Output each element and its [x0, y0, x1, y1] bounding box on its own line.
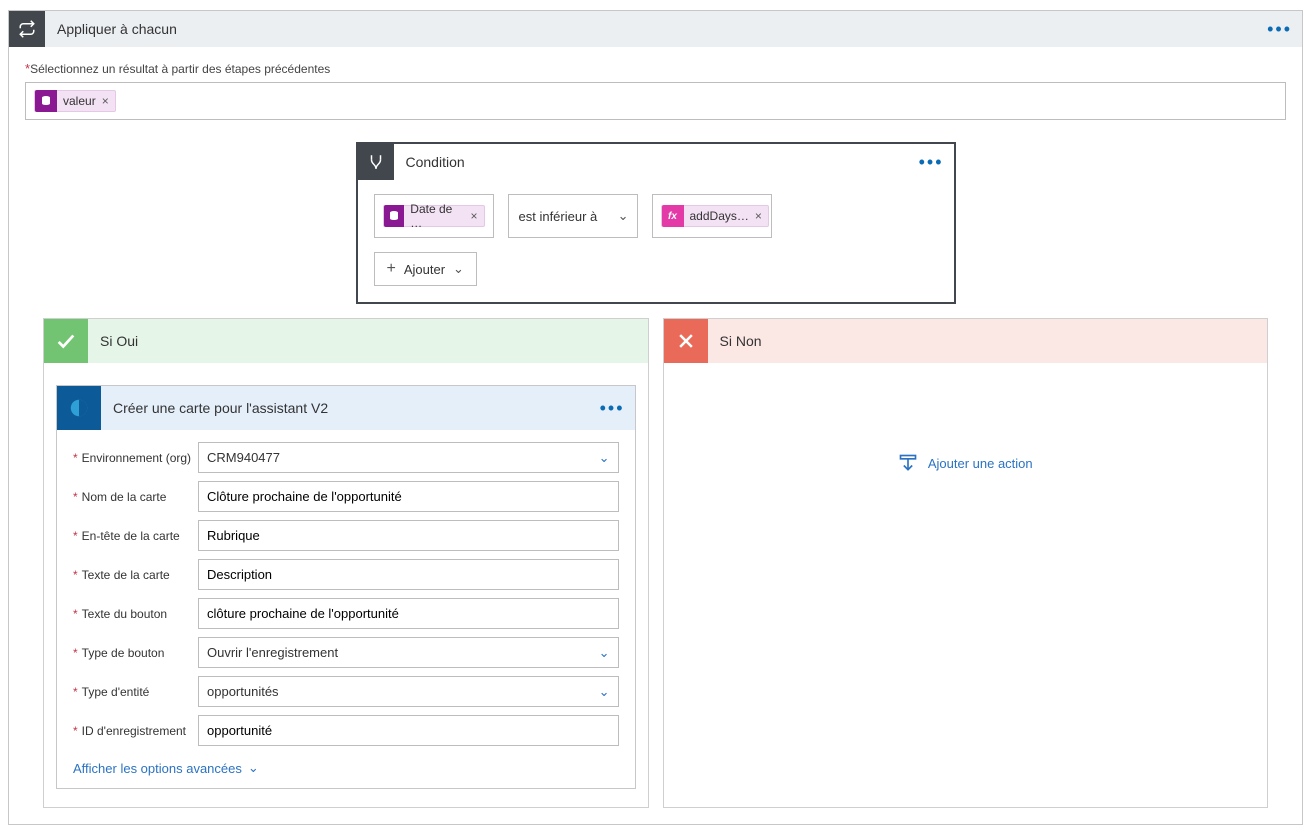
- no-branch: Si Non Ajouter une action: [663, 318, 1269, 808]
- create-card-header[interactable]: Créer une carte pour l'assistant V2 •••: [57, 386, 635, 430]
- buttontext-input[interactable]: [198, 598, 619, 629]
- condition-left-operand[interactable]: Date de … ×: [374, 194, 494, 238]
- recordid-input[interactable]: [198, 715, 619, 746]
- yes-header: Si Oui: [44, 319, 648, 363]
- field-env: *Environnement (org) CRM940477 ⌄: [73, 442, 619, 473]
- cardtext-input[interactable]: [198, 559, 619, 590]
- condition-icon: [358, 144, 394, 180]
- chevron-down-icon: ⌄: [599, 645, 610, 661]
- chevron-down-icon: ⌄: [618, 208, 629, 224]
- field-recordid: *ID d'enregistrement: [73, 715, 619, 746]
- token-label: valeur: [63, 94, 96, 108]
- no-title: Si Non: [708, 333, 762, 349]
- add-action-button[interactable]: Ajouter une action: [928, 456, 1033, 471]
- chevron-down-icon: ⌄: [248, 760, 259, 776]
- dynamics-icon: [57, 386, 101, 430]
- close-icon: [664, 319, 708, 363]
- chevron-down-icon: ⌄: [599, 684, 610, 700]
- condition-card: Condition ••• Date de … ×: [356, 142, 956, 304]
- loop-icon: [9, 11, 45, 47]
- entitytype-select[interactable]: opportunités ⌄: [198, 676, 619, 707]
- chevron-down-icon: ⌄: [599, 450, 610, 466]
- field-cardtext: *Texte de la carte: [73, 559, 619, 590]
- condition-menu[interactable]: •••: [919, 152, 944, 173]
- field-buttontext: *Texte du bouton: [73, 598, 619, 629]
- token-remove[interactable]: ×: [470, 209, 477, 223]
- field-cardname: *Nom de la carte: [73, 481, 619, 512]
- plus-icon: +: [387, 260, 396, 278]
- add-action-icon: [898, 453, 918, 473]
- checkmark-icon: [44, 319, 88, 363]
- chevron-down-icon: ⌄: [453, 261, 464, 277]
- condition-right-operand[interactable]: fx addDays… ×: [652, 194, 772, 238]
- condition-title: Condition: [394, 154, 465, 170]
- select-result-input[interactable]: valeur ×: [25, 82, 1286, 120]
- database-icon: [35, 90, 57, 112]
- cardheader-input[interactable]: [198, 520, 619, 551]
- create-card-title: Créer une carte pour l'assistant V2: [101, 400, 328, 416]
- apply-each-title: Appliquer à chacun: [45, 21, 177, 37]
- token-adddays[interactable]: fx addDays… ×: [661, 205, 769, 227]
- field-entitytype: *Type d'entité opportunités ⌄: [73, 676, 619, 707]
- token-valeur[interactable]: valeur ×: [34, 90, 116, 112]
- condition-operator-select[interactable]: est inférieur à ⌄: [508, 194, 638, 238]
- add-action-row: Ajouter une action: [664, 363, 1268, 473]
- add-condition-button[interactable]: + Ajouter ⌄: [374, 252, 477, 286]
- create-card-menu[interactable]: •••: [600, 398, 625, 419]
- env-select[interactable]: CRM940477 ⌄: [198, 442, 619, 473]
- yes-title: Si Oui: [88, 333, 138, 349]
- advanced-options-link[interactable]: Afficher les options avancées ⌄: [73, 760, 259, 776]
- field-buttontype: *Type de bouton Ouvrir l'enregistrement …: [73, 637, 619, 668]
- cardname-input[interactable]: [198, 481, 619, 512]
- fx-icon: fx: [662, 205, 684, 227]
- apply-each-header[interactable]: Appliquer à chacun •••: [9, 11, 1302, 47]
- buttontype-select[interactable]: Ouvrir l'enregistrement ⌄: [198, 637, 619, 668]
- apply-each-card: Appliquer à chacun ••• *Sélectionnez un …: [8, 10, 1303, 825]
- select-result-label: *Sélectionnez un résultat à partir des é…: [25, 61, 1286, 76]
- token-date[interactable]: Date de … ×: [383, 205, 485, 227]
- database-icon: [384, 205, 405, 227]
- condition-header[interactable]: Condition •••: [358, 144, 954, 180]
- apply-each-menu[interactable]: •••: [1267, 19, 1292, 40]
- no-header: Si Non: [664, 319, 1268, 363]
- create-card-action: Créer une carte pour l'assistant V2 ••• …: [56, 385, 636, 789]
- yes-branch: Si Oui Créer une carte pour l'assistant …: [43, 318, 649, 808]
- field-cardheader: *En-tête de la carte: [73, 520, 619, 551]
- token-remove[interactable]: ×: [755, 209, 762, 223]
- token-remove[interactable]: ×: [102, 94, 109, 108]
